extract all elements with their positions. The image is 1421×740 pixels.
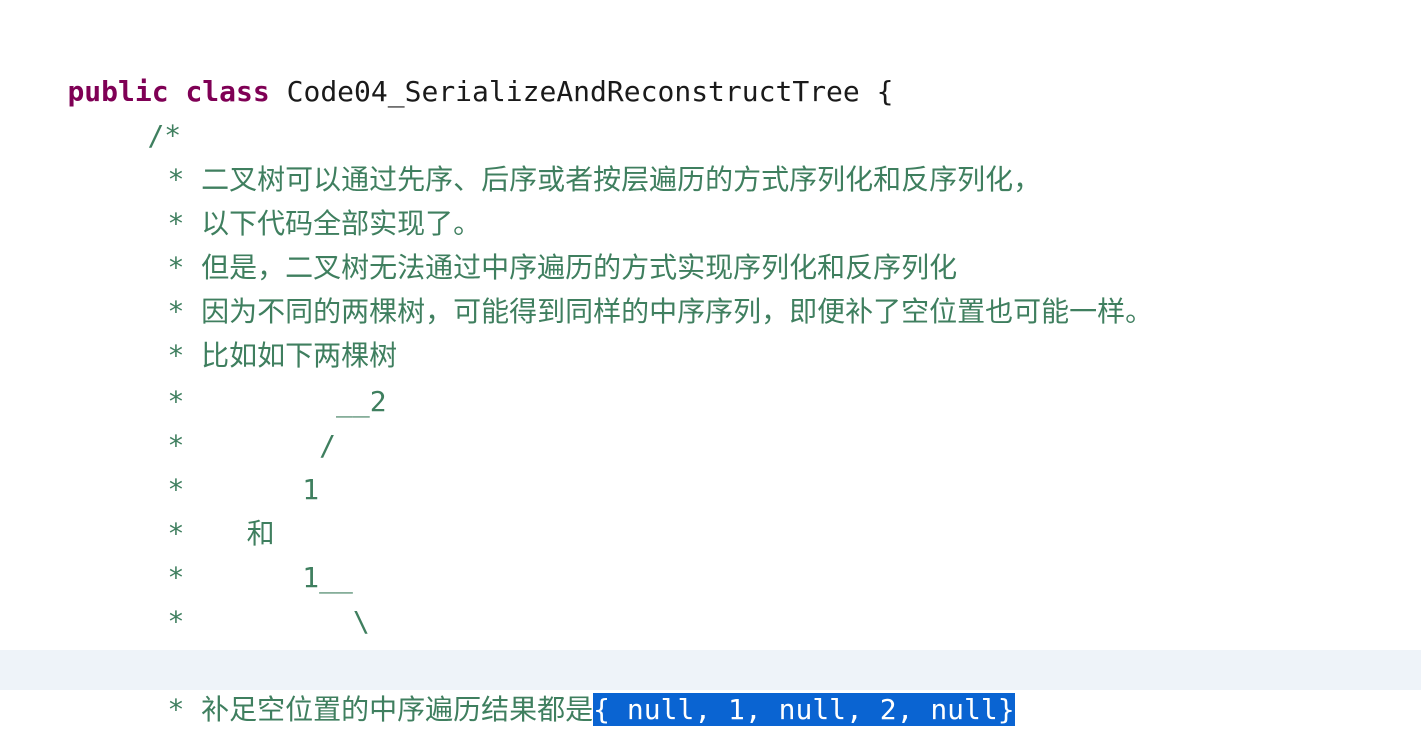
keyword-class: class	[185, 75, 270, 108]
code-line-last-star[interactable]: *	[100, 694, 184, 740]
tree-line-3[interactable]: * 1	[100, 430, 319, 506]
class-name: Code04_SerializeAndReconstructTree	[286, 75, 860, 108]
comment-line-3[interactable]: * 但是，二叉树无法通过中序遍历的方式实现序列化和反序列化	[100, 208, 957, 284]
comment-line-5[interactable]: * 比如如下两棵树	[100, 296, 397, 372]
code-editor[interactable]: public class Code04_SerializeAndReconstr…	[0, 0, 1421, 740]
selected-text[interactable]: { null, 1, null, 2, null}	[593, 693, 1015, 726]
tree-line-5[interactable]: * 1__	[100, 518, 352, 594]
result-prefix-text: 补足空位置的中序遍历结果都是	[201, 693, 594, 726]
tree-line-1[interactable]: * __2	[100, 342, 386, 418]
tree-line-2[interactable]: * /	[100, 386, 336, 462]
tree-line-6[interactable]: * \	[100, 562, 369, 638]
comment-line-4[interactable]: * 因为不同的两棵树，可能得到同样的中序序列，即便补了空位置也可能一样。	[100, 252, 1153, 328]
code-line-class-declaration[interactable]: public class Code04_SerializeAndReconstr…	[0, 32, 893, 108]
open-brace: {	[876, 75, 894, 108]
comment-line-1[interactable]: * 二叉树可以通过先序、后序或者按层遍历的方式序列化和反序列化，	[100, 120, 1041, 196]
tree-line-7[interactable]: * 2	[100, 606, 386, 682]
code-line-comment-open[interactable]: /*	[80, 76, 181, 152]
code-line-current[interactable]: * 补足空位置的中序遍历结果都是{ null, 1, null, 2, null…	[0, 650, 1421, 726]
comment-line-2[interactable]: * 以下代码全部实现了。	[100, 164, 481, 240]
tree-line-4[interactable]: * 和	[100, 474, 274, 550]
